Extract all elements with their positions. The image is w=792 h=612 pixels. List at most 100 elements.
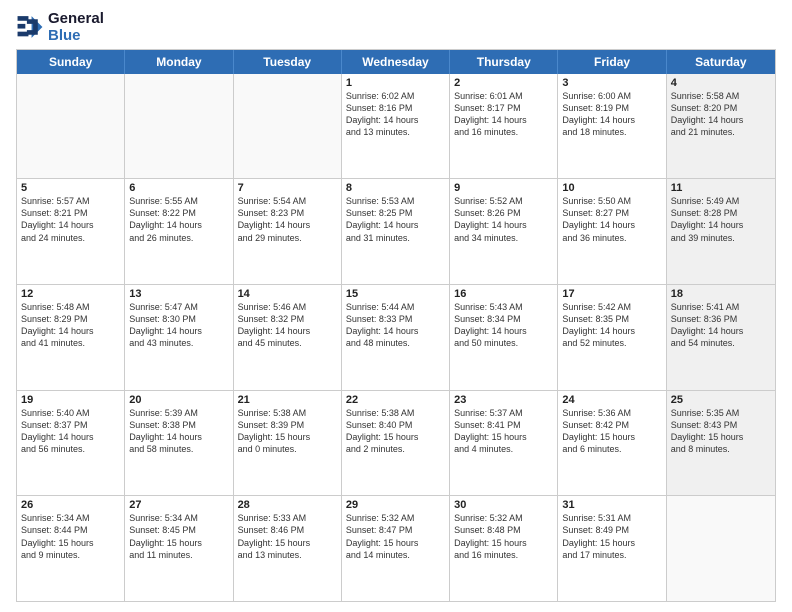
calendar-cell: 6Sunrise: 5:55 AM Sunset: 8:22 PM Daylig… [125,179,233,284]
cell-detail: Sunrise: 5:31 AM Sunset: 8:49 PM Dayligh… [562,512,661,561]
cell-detail: Sunrise: 5:37 AM Sunset: 8:41 PM Dayligh… [454,407,553,456]
calendar-cell: 2Sunrise: 6:01 AM Sunset: 8:17 PM Daylig… [450,74,558,179]
cell-detail: Sunrise: 5:42 AM Sunset: 8:35 PM Dayligh… [562,301,661,350]
cell-detail: Sunrise: 5:48 AM Sunset: 8:29 PM Dayligh… [21,301,120,350]
calendar-cell: 16Sunrise: 5:43 AM Sunset: 8:34 PM Dayli… [450,285,558,390]
cell-detail: Sunrise: 5:53 AM Sunset: 8:25 PM Dayligh… [346,195,445,244]
cell-detail: Sunrise: 5:43 AM Sunset: 8:34 PM Dayligh… [454,301,553,350]
logo: General Blue [16,10,104,45]
calendar-cell: 17Sunrise: 5:42 AM Sunset: 8:35 PM Dayli… [558,285,666,390]
logo-icon [16,13,44,41]
day-number: 2 [454,77,553,89]
calendar-header-cell: Sunday [17,50,125,74]
calendar-cell: 28Sunrise: 5:33 AM Sunset: 8:46 PM Dayli… [234,496,342,601]
calendar-cell: 1Sunrise: 6:02 AM Sunset: 8:16 PM Daylig… [342,74,450,179]
header: General Blue [16,10,776,45]
calendar-cell: 25Sunrise: 5:35 AM Sunset: 8:43 PM Dayli… [667,391,775,496]
day-number: 15 [346,288,445,300]
calendar-header-cell: Wednesday [342,50,450,74]
calendar-cell [17,74,125,179]
calendar-cell: 3Sunrise: 6:00 AM Sunset: 8:19 PM Daylig… [558,74,666,179]
day-number: 8 [346,182,445,194]
calendar-cell: 19Sunrise: 5:40 AM Sunset: 8:37 PM Dayli… [17,391,125,496]
calendar-cell: 20Sunrise: 5:39 AM Sunset: 8:38 PM Dayli… [125,391,233,496]
calendar-cell [125,74,233,179]
day-number: 31 [562,499,661,511]
calendar-row: 26Sunrise: 5:34 AM Sunset: 8:44 PM Dayli… [17,495,775,601]
calendar-cell: 18Sunrise: 5:41 AM Sunset: 8:36 PM Dayli… [667,285,775,390]
calendar-cell: 30Sunrise: 5:32 AM Sunset: 8:48 PM Dayli… [450,496,558,601]
calendar-cell [234,74,342,179]
calendar-cell [667,496,775,601]
day-number: 14 [238,288,337,300]
calendar-header-cell: Saturday [667,50,775,74]
day-number: 23 [454,394,553,406]
calendar-cell: 5Sunrise: 5:57 AM Sunset: 8:21 PM Daylig… [17,179,125,284]
day-number: 10 [562,182,661,194]
day-number: 6 [129,182,228,194]
cell-detail: Sunrise: 5:34 AM Sunset: 8:45 PM Dayligh… [129,512,228,561]
cell-detail: Sunrise: 5:58 AM Sunset: 8:20 PM Dayligh… [671,90,771,139]
calendar-cell: 29Sunrise: 5:32 AM Sunset: 8:47 PM Dayli… [342,496,450,601]
calendar-cell: 24Sunrise: 5:36 AM Sunset: 8:42 PM Dayli… [558,391,666,496]
calendar-cell: 12Sunrise: 5:48 AM Sunset: 8:29 PM Dayli… [17,285,125,390]
cell-detail: Sunrise: 6:00 AM Sunset: 8:19 PM Dayligh… [562,90,661,139]
cell-detail: Sunrise: 5:50 AM Sunset: 8:27 PM Dayligh… [562,195,661,244]
calendar-cell: 4Sunrise: 5:58 AM Sunset: 8:20 PM Daylig… [667,74,775,179]
day-number: 9 [454,182,553,194]
page: General Blue SundayMondayTuesdayWednesda… [0,0,792,612]
calendar-cell: 23Sunrise: 5:37 AM Sunset: 8:41 PM Dayli… [450,391,558,496]
day-number: 20 [129,394,228,406]
day-number: 21 [238,394,337,406]
calendar-row: 5Sunrise: 5:57 AM Sunset: 8:21 PM Daylig… [17,178,775,284]
calendar-header-cell: Tuesday [234,50,342,74]
cell-detail: Sunrise: 5:54 AM Sunset: 8:23 PM Dayligh… [238,195,337,244]
cell-detail: Sunrise: 5:44 AM Sunset: 8:33 PM Dayligh… [346,301,445,350]
cell-detail: Sunrise: 5:35 AM Sunset: 8:43 PM Dayligh… [671,407,771,456]
calendar-header-cell: Monday [125,50,233,74]
day-number: 17 [562,288,661,300]
calendar-cell: 8Sunrise: 5:53 AM Sunset: 8:25 PM Daylig… [342,179,450,284]
day-number: 22 [346,394,445,406]
calendar-cell: 11Sunrise: 5:49 AM Sunset: 8:28 PM Dayli… [667,179,775,284]
cell-detail: Sunrise: 5:57 AM Sunset: 8:21 PM Dayligh… [21,195,120,244]
day-number: 30 [454,499,553,511]
cell-detail: Sunrise: 5:55 AM Sunset: 8:22 PM Dayligh… [129,195,228,244]
calendar-cell: 27Sunrise: 5:34 AM Sunset: 8:45 PM Dayli… [125,496,233,601]
day-number: 1 [346,77,445,89]
calendar-cell: 10Sunrise: 5:50 AM Sunset: 8:27 PM Dayli… [558,179,666,284]
calendar-row: 1Sunrise: 6:02 AM Sunset: 8:16 PM Daylig… [17,74,775,179]
calendar-cell: 14Sunrise: 5:46 AM Sunset: 8:32 PM Dayli… [234,285,342,390]
cell-detail: Sunrise: 6:01 AM Sunset: 8:17 PM Dayligh… [454,90,553,139]
day-number: 28 [238,499,337,511]
cell-detail: Sunrise: 5:36 AM Sunset: 8:42 PM Dayligh… [562,407,661,456]
cell-detail: Sunrise: 5:38 AM Sunset: 8:39 PM Dayligh… [238,407,337,456]
cell-detail: Sunrise: 5:52 AM Sunset: 8:26 PM Dayligh… [454,195,553,244]
calendar-header-cell: Thursday [450,50,558,74]
day-number: 19 [21,394,120,406]
day-number: 18 [671,288,771,300]
day-number: 29 [346,499,445,511]
calendar-cell: 21Sunrise: 5:38 AM Sunset: 8:39 PM Dayli… [234,391,342,496]
day-number: 5 [21,182,120,194]
calendar-row: 19Sunrise: 5:40 AM Sunset: 8:37 PM Dayli… [17,390,775,496]
calendar-body: 1Sunrise: 6:02 AM Sunset: 8:16 PM Daylig… [17,74,775,602]
cell-detail: Sunrise: 5:39 AM Sunset: 8:38 PM Dayligh… [129,407,228,456]
cell-detail: Sunrise: 5:34 AM Sunset: 8:44 PM Dayligh… [21,512,120,561]
cell-detail: Sunrise: 5:41 AM Sunset: 8:36 PM Dayligh… [671,301,771,350]
cell-detail: Sunrise: 5:33 AM Sunset: 8:46 PM Dayligh… [238,512,337,561]
day-number: 4 [671,77,771,89]
day-number: 25 [671,394,771,406]
day-number: 3 [562,77,661,89]
cell-detail: Sunrise: 5:40 AM Sunset: 8:37 PM Dayligh… [21,407,120,456]
cell-detail: Sunrise: 5:49 AM Sunset: 8:28 PM Dayligh… [671,195,771,244]
cell-detail: Sunrise: 5:46 AM Sunset: 8:32 PM Dayligh… [238,301,337,350]
day-number: 11 [671,182,771,194]
calendar-cell: 22Sunrise: 5:38 AM Sunset: 8:40 PM Dayli… [342,391,450,496]
day-number: 13 [129,288,228,300]
calendar-cell: 15Sunrise: 5:44 AM Sunset: 8:33 PM Dayli… [342,285,450,390]
calendar: SundayMondayTuesdayWednesdayThursdayFrid… [16,49,776,603]
calendar-cell: 9Sunrise: 5:52 AM Sunset: 8:26 PM Daylig… [450,179,558,284]
day-number: 27 [129,499,228,511]
cell-detail: Sunrise: 5:32 AM Sunset: 8:47 PM Dayligh… [346,512,445,561]
